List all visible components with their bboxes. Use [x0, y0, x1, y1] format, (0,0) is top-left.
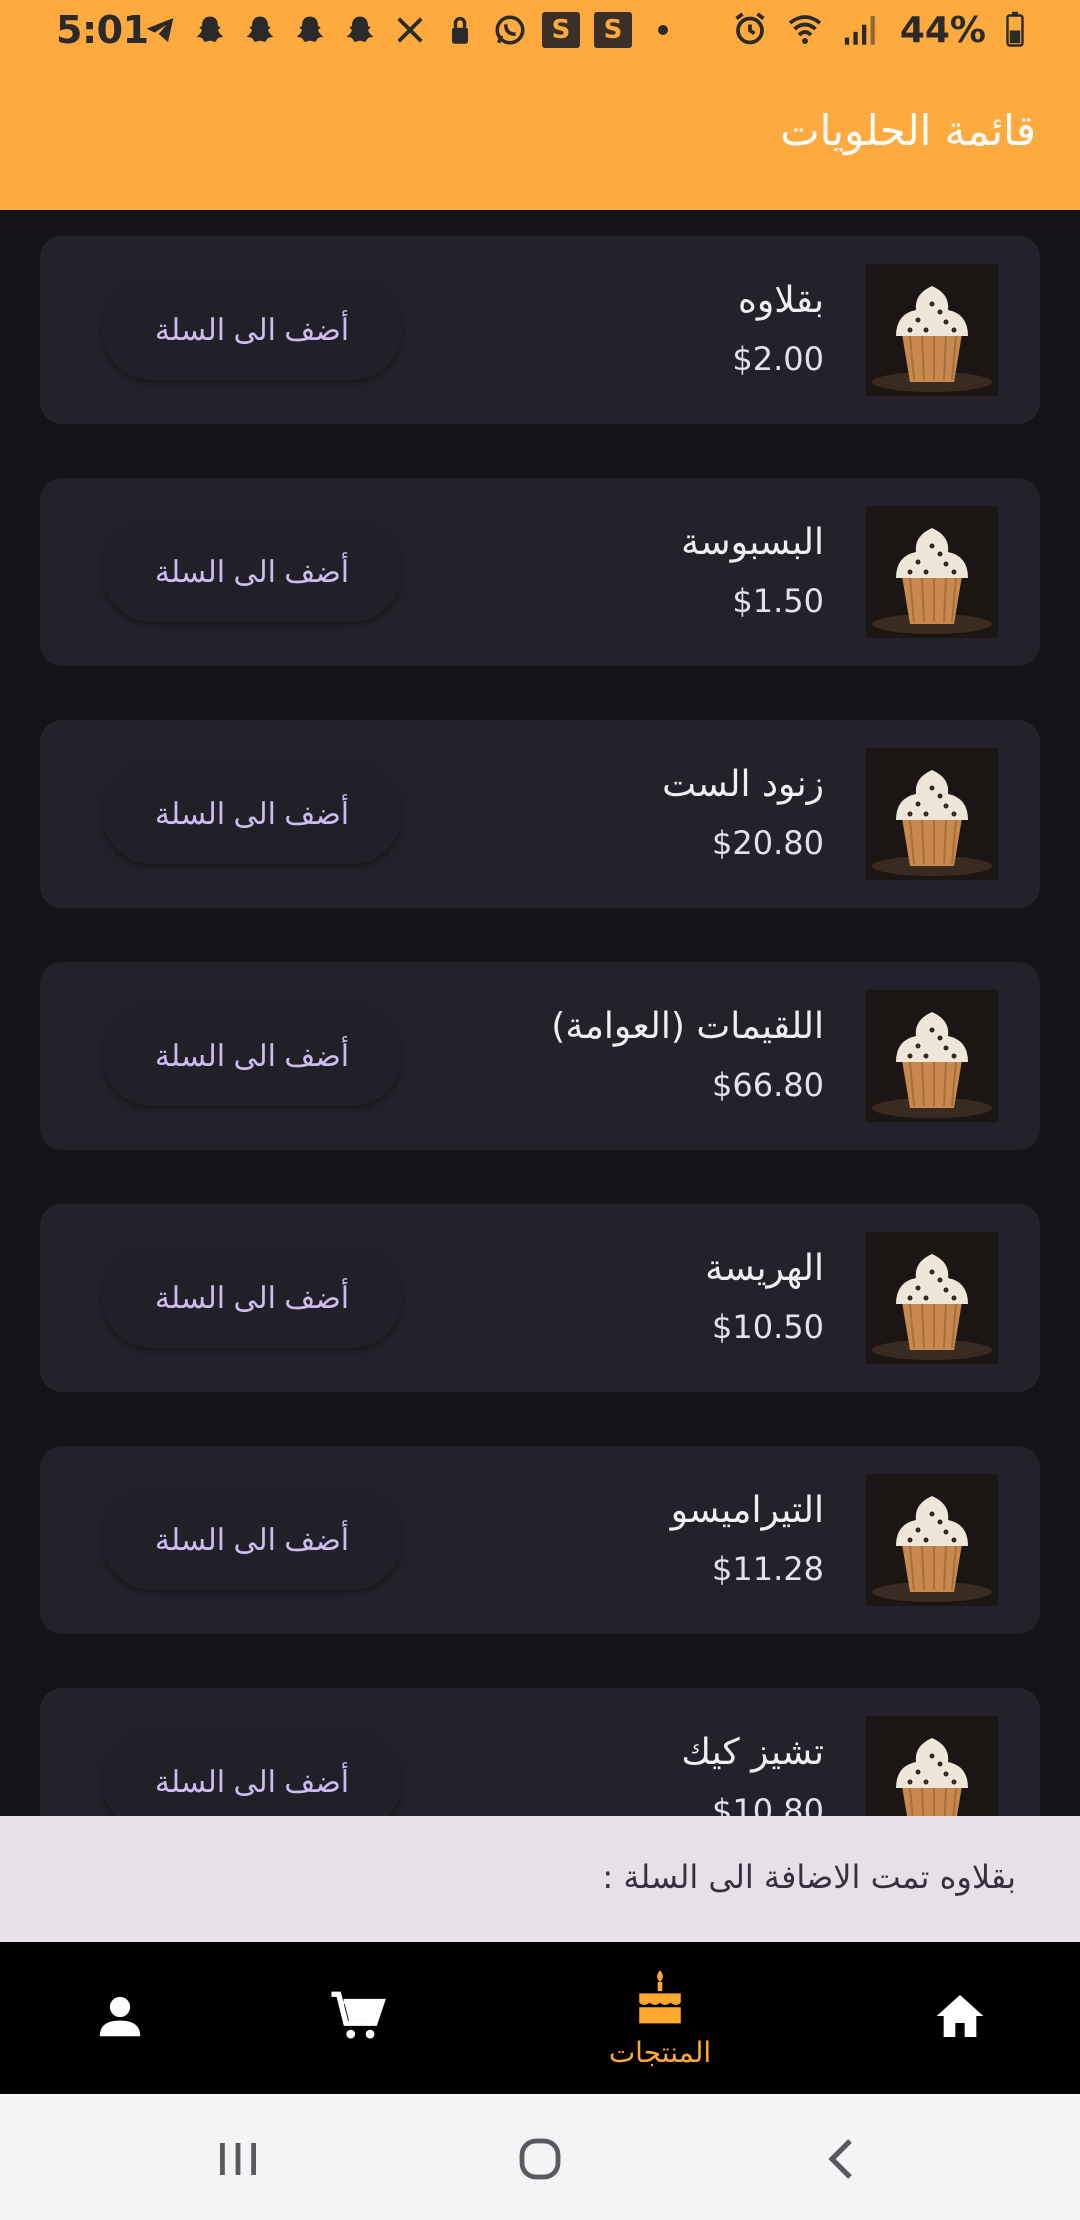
wifi-icon — [786, 11, 824, 51]
page-title: قائمة الحلويات — [780, 106, 1036, 155]
whatsapp-icon — [492, 12, 528, 48]
cupcake-image — [866, 506, 998, 638]
cupcake-image — [866, 1716, 998, 1816]
snackbar: بقلاوه تمت الاضافة الى السلة : — [0, 1816, 1080, 1942]
battery-percent: 44% — [899, 10, 986, 51]
bottom-navigation: المنتجات — [0, 1942, 1080, 2094]
product-price: $20.80 — [712, 824, 824, 862]
product-name: اللقيمات (العوامة) — [551, 1006, 824, 1047]
nav-cart[interactable] — [298, 1942, 418, 2094]
cupcake-image — [866, 1232, 998, 1364]
telegram-icon — [142, 12, 178, 48]
s-app-icon: S — [542, 12, 580, 48]
product-card: زنود الست $20.80 أضف الى السلة — [40, 720, 1040, 908]
cake-icon — [632, 1968, 688, 2032]
product-name: تشيز كيك — [681, 1732, 824, 1773]
add-to-cart-button[interactable]: أضف الى السلة — [102, 1248, 402, 1348]
status-time: 5:01 — [56, 8, 149, 52]
signal-icon — [842, 11, 882, 51]
cart-icon — [329, 1987, 387, 2049]
cupcake-image — [866, 1474, 998, 1606]
notification-icons: S S — [142, 12, 668, 48]
x-icon — [392, 12, 428, 48]
product-card: التيراميسو $11.28 أضف الى السلة — [40, 1446, 1040, 1634]
home-icon — [932, 1988, 988, 2048]
system-status-icons: 44% — [732, 10, 1026, 51]
snapchat-icon — [292, 12, 328, 48]
system-navigation-bar — [0, 2094, 1080, 2220]
product-name: زنود الست — [662, 764, 824, 805]
s-app-icon: S — [594, 12, 632, 48]
battery-icon — [1004, 11, 1026, 51]
add-to-cart-button[interactable]: أضف الى السلة — [102, 1490, 402, 1590]
add-to-cart-button[interactable]: أضف الى السلة — [102, 1006, 402, 1106]
snackbar-message: بقلاوه تمت الاضافة الى السلة : — [602, 1858, 1016, 1896]
product-card: البسبوسة $1.50 أضف الى السلة — [40, 478, 1040, 666]
home-circle-icon[interactable] — [510, 2134, 570, 2184]
product-price: $2.00 — [732, 340, 824, 378]
nav-products-label: المنتجات — [608, 2035, 712, 2069]
product-name: البسبوسة — [681, 522, 824, 563]
product-name: التيراميسو — [670, 1490, 824, 1531]
product-card: بقلاوه $2.00 أضف الى السلة — [40, 236, 1040, 424]
cupcake-image — [866, 990, 998, 1122]
cupcake-image — [866, 264, 998, 396]
product-name: بقلاوه — [738, 280, 824, 321]
product-card: الهريسة $10.50 أضف الى السلة — [40, 1204, 1040, 1392]
add-to-cart-button[interactable]: أضف الى السلة — [102, 764, 402, 864]
product-price: $66.80 — [712, 1066, 824, 1104]
app-bar: قائمة الحلويات — [0, 66, 1080, 210]
product-price: $10.50 — [712, 1308, 824, 1346]
add-to-cart-button[interactable]: أضف الى السلة — [102, 280, 402, 380]
product-price: $1.50 — [732, 582, 824, 620]
product-price: $10.80 — [712, 1792, 824, 1816]
app-root: 5:01 S S 44% قائمة الحلويات بقلاوه $2.00… — [0, 0, 1080, 2220]
status-bar: 5:01 S S 44% — [0, 0, 1080, 66]
add-to-cart-button[interactable]: أضف الى السلة — [102, 1732, 402, 1816]
recents-icon[interactable] — [208, 2134, 268, 2184]
nav-profile[interactable] — [60, 1942, 180, 2094]
add-to-cart-button[interactable]: أضف الى السلة — [102, 522, 402, 622]
lock-icon — [442, 12, 478, 48]
product-card: تشيز كيك $10.80 أضف الى السلة — [40, 1688, 1040, 1816]
snapchat-icon — [342, 12, 378, 48]
back-icon[interactable] — [812, 2134, 872, 2184]
product-card: اللقيمات (العوامة) $66.80 أضف الى السلة — [40, 962, 1040, 1150]
person-icon — [93, 1989, 147, 2047]
nav-products[interactable]: المنتجات — [580, 1942, 740, 2094]
dot-icon — [658, 25, 668, 35]
product-name: الهريسة — [705, 1248, 824, 1289]
snapchat-icon — [242, 12, 278, 48]
alarm-icon — [732, 11, 768, 51]
product-price: $11.28 — [712, 1550, 824, 1588]
snapchat-icon — [192, 12, 228, 48]
cupcake-image — [866, 748, 998, 880]
product-list[interactable]: بقلاوه $2.00 أضف الى السلة البسبوسة $1.5… — [0, 210, 1080, 1816]
nav-home[interactable] — [900, 1942, 1020, 2094]
